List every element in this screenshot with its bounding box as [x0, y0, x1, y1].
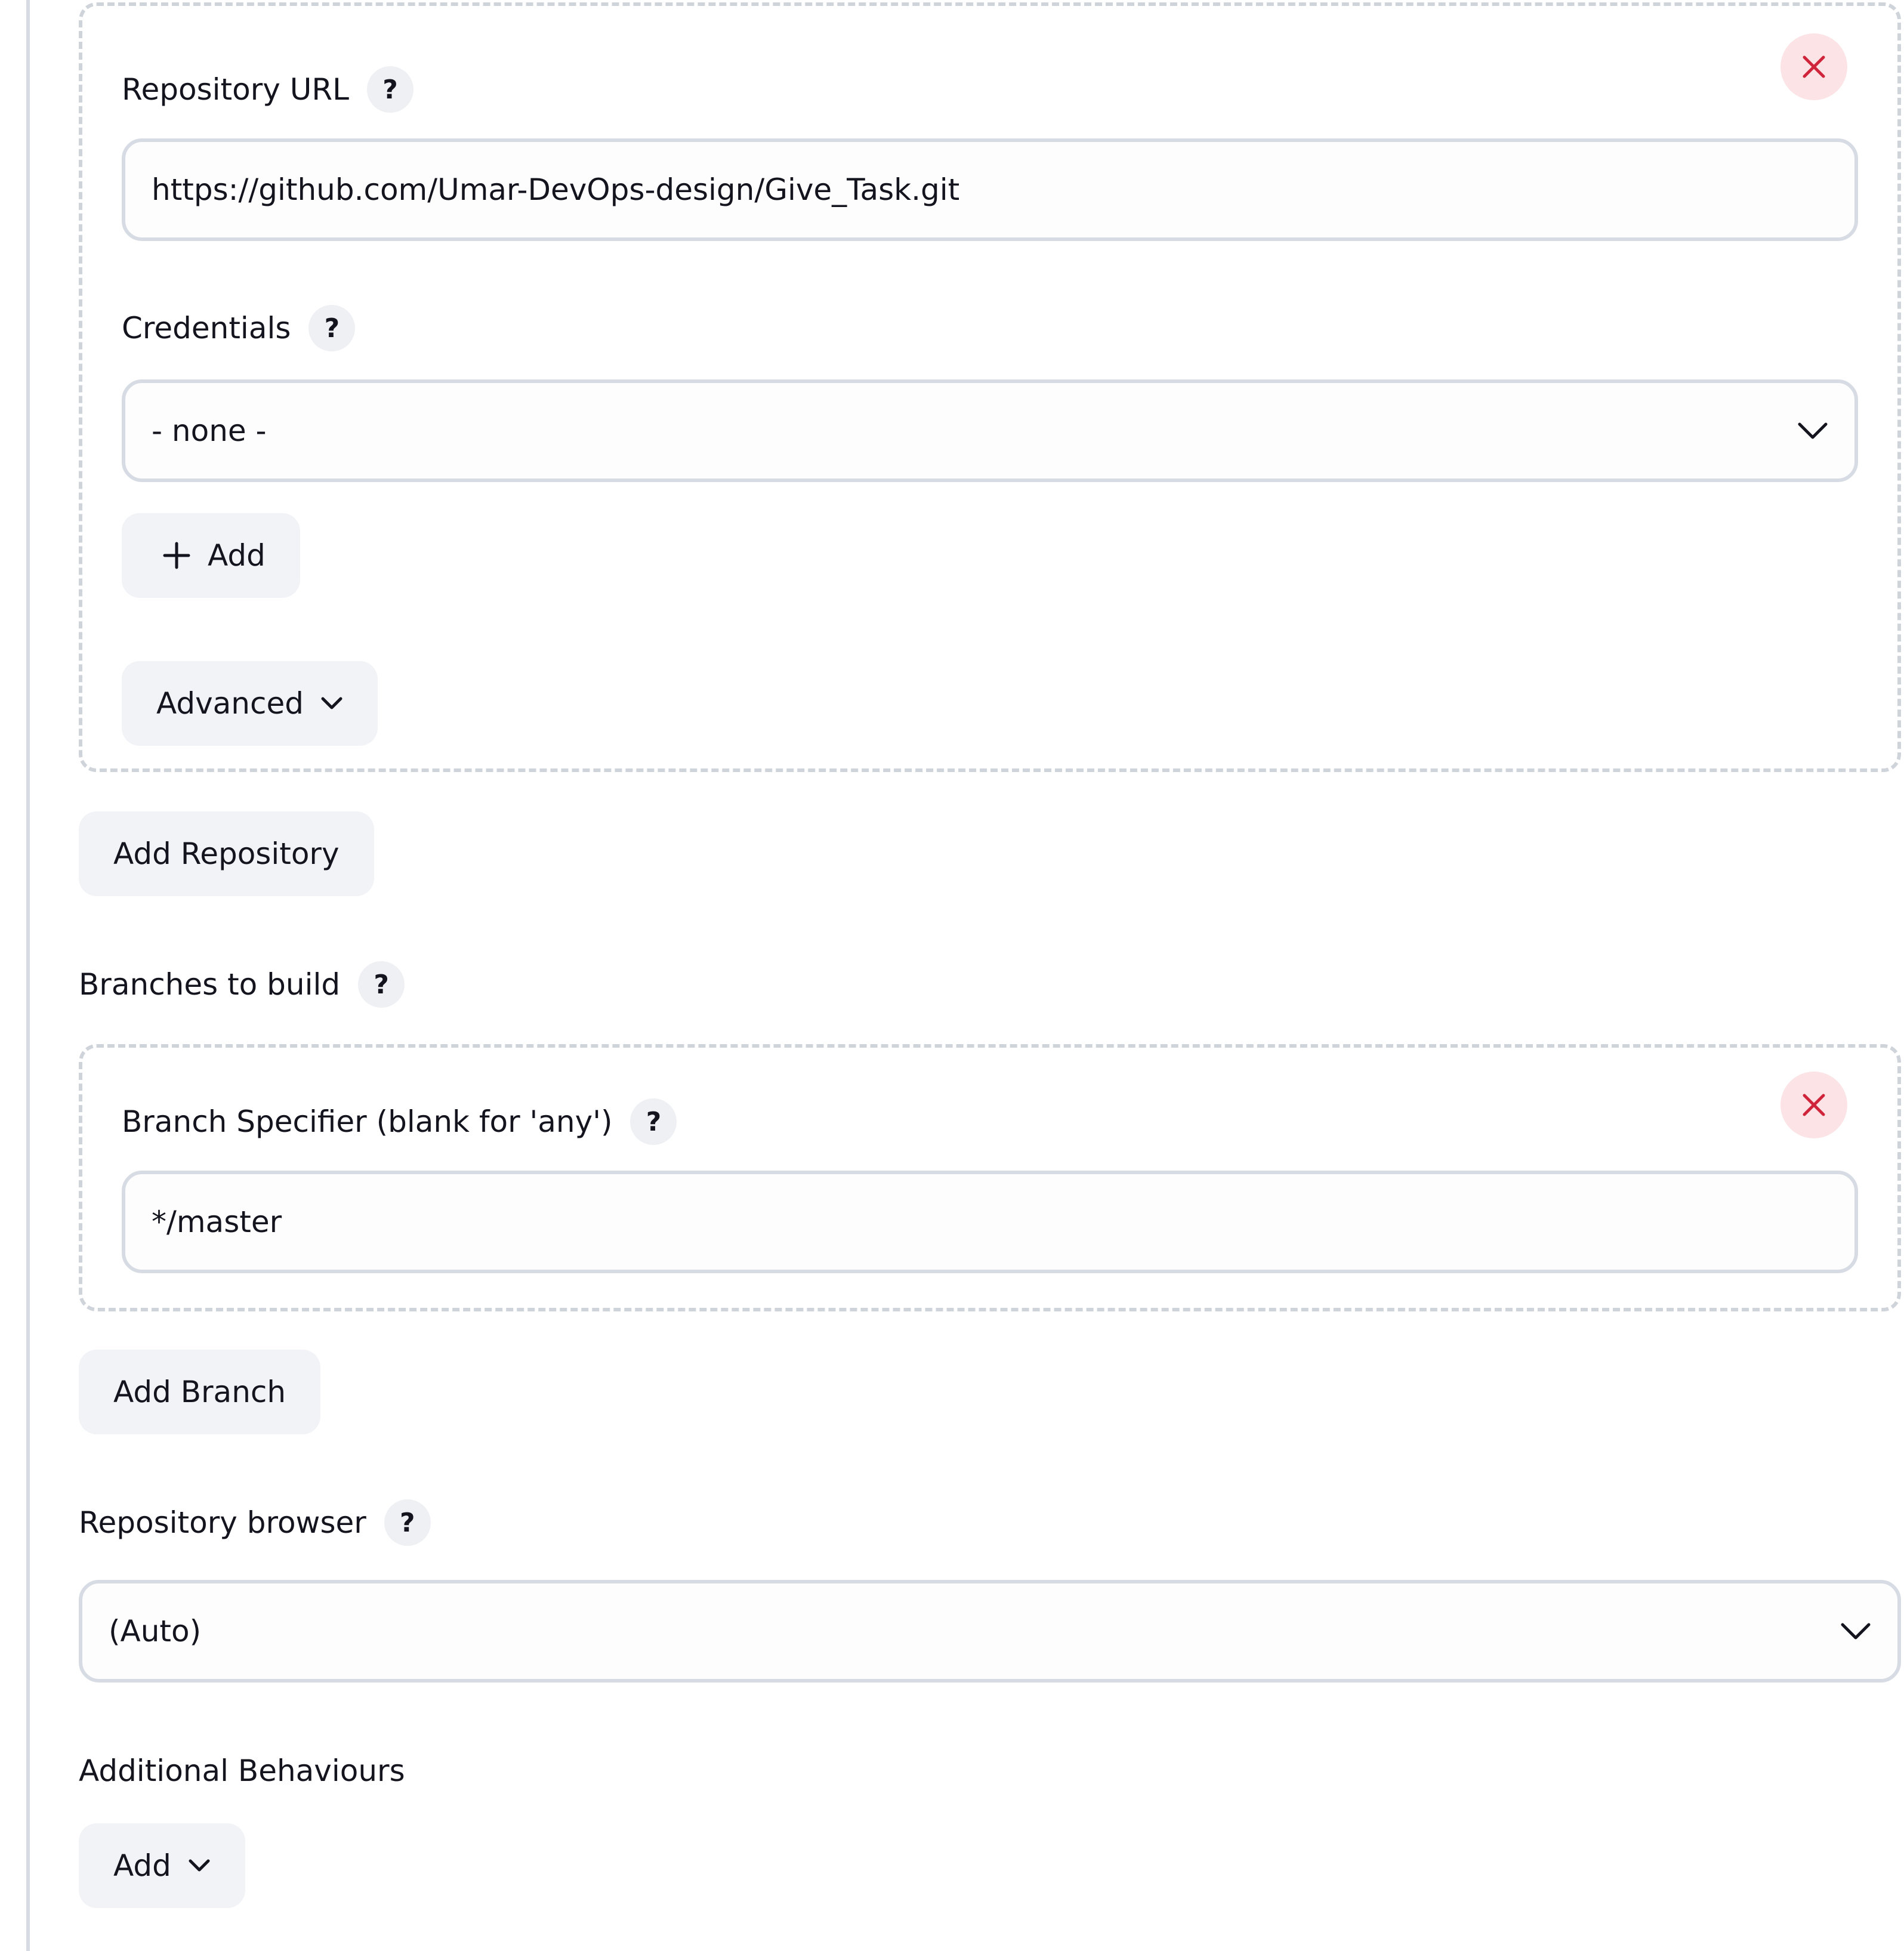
credentials-help-button[interactable]: ?: [308, 305, 356, 351]
repository-url-value: https://github.com/Umar-DevOps-design/Gi…: [152, 172, 960, 207]
branches-to-build-label: Branches to build: [79, 967, 341, 1002]
add-credentials-button[interactable]: Add: [122, 513, 300, 598]
remove-repository-button[interactable]: [1780, 33, 1847, 100]
chevron-down-icon: [189, 1859, 210, 1872]
credentials-label-row: Credentials ?: [122, 304, 1858, 352]
credentials-label: Credentials: [122, 311, 291, 345]
question-icon: ?: [324, 313, 340, 344]
repository-url-help-button[interactable]: ?: [366, 66, 413, 113]
branch-specifier-label-row: Branch Specifier (blank for 'any') ?: [122, 1098, 1858, 1146]
branches-help-button[interactable]: ?: [358, 961, 405, 1008]
add-branch-button[interactable]: Add Branch: [79, 1350, 321, 1434]
repository-browser-label: Repository browser: [79, 1505, 366, 1540]
add-behaviour-button[interactable]: Add: [79, 1823, 245, 1908]
add-repository-button[interactable]: Add Repository: [79, 811, 374, 896]
question-icon: ?: [374, 969, 389, 1000]
repository-browser-select[interactable]: (Auto): [79, 1580, 1901, 1683]
additional-behaviours-label-row: Additional Behaviours: [79, 1747, 1899, 1795]
chevron-down-icon: [1798, 422, 1828, 439]
x-icon: [1803, 55, 1825, 78]
repository-block: Repository URL ? https://github.com/Umar…: [79, 2, 1901, 772]
credentials-selected-value: - none -: [152, 413, 267, 448]
branch-specifier-help-button[interactable]: ?: [630, 1098, 677, 1145]
repository-url-label: Repository URL: [122, 72, 349, 107]
add-credentials-label: Add: [208, 538, 266, 573]
repository-url-input[interactable]: https://github.com/Umar-DevOps-design/Gi…: [122, 138, 1858, 241]
plus-icon: [163, 542, 190, 569]
x-icon: [1803, 1094, 1825, 1116]
question-icon: ?: [382, 74, 398, 105]
question-icon: ?: [400, 1507, 415, 1538]
section-rail: [26, 0, 30, 1951]
add-behaviour-label: Add: [113, 1848, 171, 1883]
repository-browser-label-row: Repository browser ?: [79, 1499, 1899, 1546]
credentials-select[interactable]: - none -: [122, 379, 1858, 482]
branch-block: Branch Specifier (blank for 'any') ? */m…: [79, 1044, 1901, 1311]
repository-browser-selected-value: (Auto): [109, 1614, 202, 1649]
scm-content: Repository URL ? https://github.com/Umar…: [79, 0, 1901, 1908]
question-icon: ?: [646, 1106, 662, 1137]
repository-url-label-row: Repository URL ?: [122, 66, 1858, 113]
additional-behaviours-label: Additional Behaviours: [79, 1754, 405, 1788]
chevron-down-icon: [1841, 1623, 1871, 1640]
remove-branch-button[interactable]: [1780, 1072, 1847, 1138]
add-repository-label: Add Repository: [113, 836, 340, 871]
repository-browser-help-button[interactable]: ?: [384, 1499, 431, 1546]
chevron-down-icon: [321, 697, 342, 709]
branch-specifier-label: Branch Specifier (blank for 'any'): [122, 1104, 613, 1139]
branches-label-row: Branches to build ?: [79, 961, 1899, 1008]
branch-specifier-input[interactable]: */master: [122, 1171, 1858, 1273]
branch-specifier-value: */master: [152, 1205, 282, 1239]
advanced-label: Advanced: [156, 686, 304, 721]
add-branch-label: Add Branch: [113, 1375, 286, 1409]
advanced-button[interactable]: Advanced: [122, 661, 378, 746]
git-scm-config-page: Repository URL ? https://github.com/Umar…: [0, 0, 1904, 1951]
